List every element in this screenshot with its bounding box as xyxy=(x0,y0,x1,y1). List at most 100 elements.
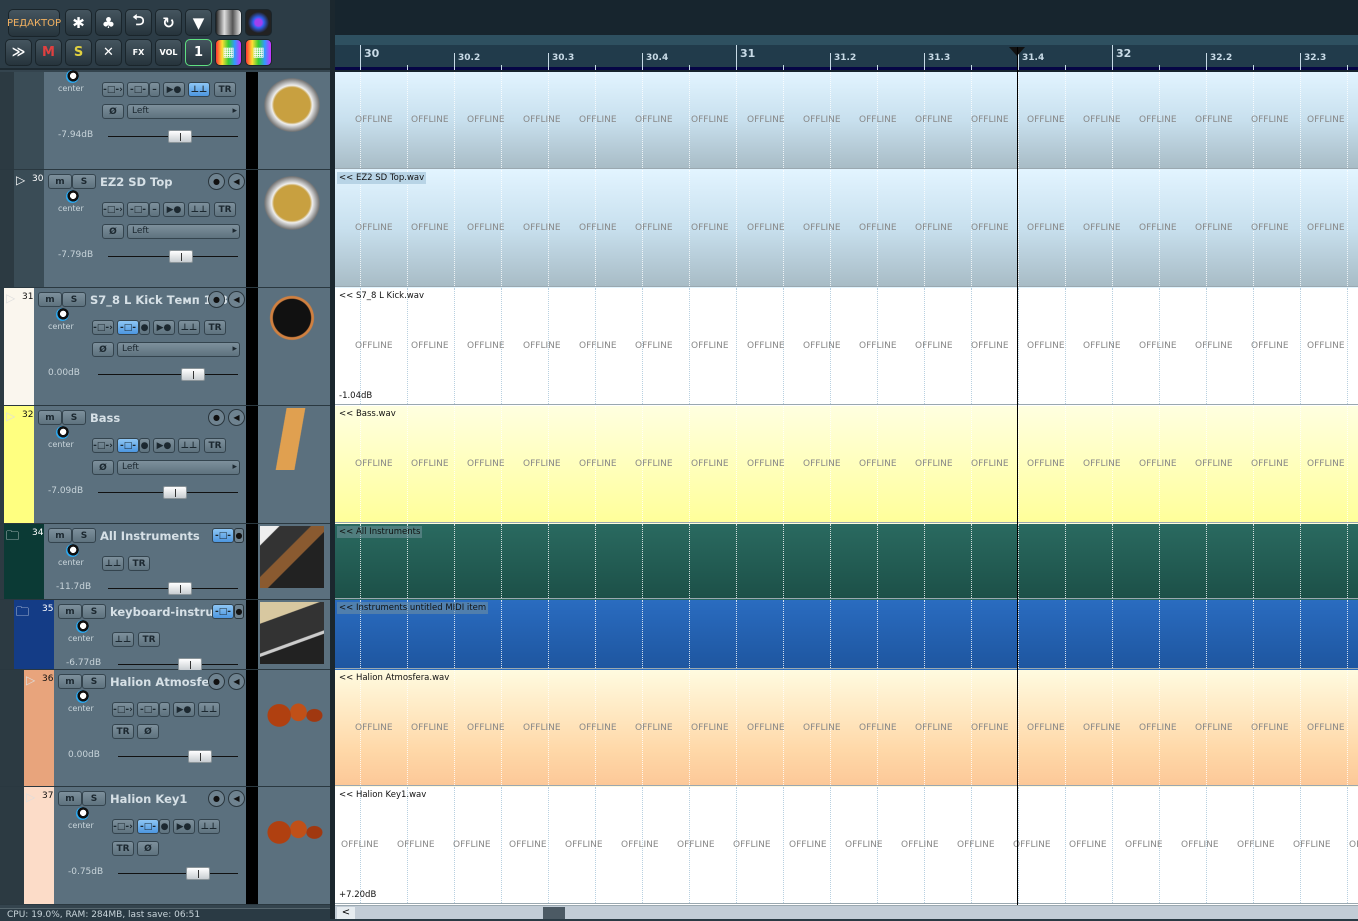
item-label[interactable]: << Bass.wav xyxy=(337,408,398,420)
solo-button[interactable]: S xyxy=(62,292,86,307)
item-label[interactable]: << Halion Atmosfera.wav xyxy=(337,672,451,684)
record-input-button[interactable]: ▶● xyxy=(173,819,195,834)
monitor-button[interactable]: -□- xyxy=(137,702,159,717)
item-label[interactable]: << EZ2 SD Top.wav xyxy=(337,172,427,184)
track-lane-32[interactable]: << Bass.wav OFFLINE OFFLINE OFFLINE OFFLINE O… xyxy=(335,406,1358,525)
filter-icon[interactable]: ▼ xyxy=(185,9,212,36)
mute-button[interactable]: m xyxy=(38,410,62,425)
loop-wave-icon[interactable]: ⮌ xyxy=(125,9,152,36)
color-brush-icon[interactable]: ▦ xyxy=(215,39,242,66)
track-color-strip[interactable] xyxy=(0,670,24,786)
track-color[interactable] xyxy=(24,787,54,904)
track-icon-image[interactable] xyxy=(260,602,324,664)
track-36[interactable]: ▷ 36 m S Halion Atmosfera ● ◀ center -□-› -□- – ▶● ⊥… xyxy=(0,670,330,787)
io-routing-button[interactable]: -□-› xyxy=(112,702,134,717)
clubs-icon[interactable]: ♣ xyxy=(95,9,122,36)
spectrum-icon[interactable] xyxy=(245,9,272,36)
mute-button[interactable]: m xyxy=(38,292,62,307)
volume-envelope-icon[interactable]: VOL xyxy=(155,39,182,66)
tr-button[interactable]: TR xyxy=(112,724,134,739)
track-name[interactable]: All Instruments xyxy=(100,529,200,543)
track-lane-partial[interactable]: OFFLINE OFFLINE OFFLINE OFFLINE OFFLINE OFFLI… xyxy=(335,72,1358,171)
track-icon-image[interactable] xyxy=(260,290,324,352)
tr-button[interactable]: TR xyxy=(214,202,236,217)
track-arrow-icon[interactable]: ▷ xyxy=(6,409,15,423)
io-routing-button[interactable]: -□-› xyxy=(102,202,124,217)
tr-button[interactable]: TR xyxy=(214,82,236,97)
phase-button[interactable]: Ø xyxy=(102,224,124,239)
track-arrow-icon[interactable]: ▷ xyxy=(6,291,15,305)
track-34[interactable]: 🗀 34 m S All Instruments -□- ● center ⊥⊥ TR -11.7d… xyxy=(0,524,330,600)
speaker-icon[interactable]: ◀ xyxy=(228,673,245,690)
track-arrow-icon[interactable]: ▷ xyxy=(16,173,25,187)
track-lane-36[interactable]: << Halion Atmosfera.wav OFFLINE OFFLINE OFF… xyxy=(335,670,1358,788)
track-icon-image[interactable] xyxy=(260,74,324,136)
track-37[interactable]: ▷ 37 m S Halion Key1 ● ◀ center -□-› -□- ● ▶● ⊥⊥ TR Ø -… xyxy=(0,787,330,905)
mute-button[interactable]: m xyxy=(48,528,72,543)
solo-button[interactable]: S xyxy=(82,791,106,806)
phase-button[interactable]: Ø xyxy=(92,460,114,475)
volume-fader-handle[interactable] xyxy=(187,750,212,763)
solo-button[interactable]: S xyxy=(82,604,106,619)
track-icon-image[interactable] xyxy=(260,526,324,588)
monitor-dot-icon[interactable]: ● xyxy=(234,604,244,619)
envelope-button[interactable]: ⊥⊥ xyxy=(102,556,124,571)
volume-fader-handle[interactable] xyxy=(167,582,192,595)
unmute-all-icon[interactable]: M xyxy=(35,39,62,66)
remove-wave-icon[interactable]: ✕ xyxy=(95,39,122,66)
envelope-button[interactable]: ⊥⊥ xyxy=(188,202,210,217)
tr-button[interactable]: TR xyxy=(128,556,150,571)
folder-io-button[interactable]: -□- xyxy=(212,528,234,543)
solo-button[interactable]: S xyxy=(82,674,106,689)
monitor-mode-button[interactable]: – xyxy=(149,202,160,217)
pan-knob[interactable] xyxy=(66,190,79,203)
volume-fader-handle[interactable] xyxy=(181,368,206,381)
marker-lane[interactable] xyxy=(335,35,1358,45)
speaker-icon[interactable]: ◀ xyxy=(228,409,245,426)
monitor-button[interactable]: -□- xyxy=(127,202,149,217)
solo-button[interactable]: S xyxy=(62,410,86,425)
track-icon-image[interactable] xyxy=(260,172,324,234)
track-30[interactable]: ▷ 30 m S EZ2 SD Top ● ◀ center -□-› -□- – ▶● ⊥⊥ TR Ø Le… xyxy=(0,170,330,288)
editor-button[interactable]: РЕДАКТОР xyxy=(7,9,61,37)
record-arm-icon[interactable]: ● xyxy=(208,409,225,426)
tr-button[interactable]: TR xyxy=(112,841,134,856)
phase-button[interactable]: Ø xyxy=(102,104,124,119)
volume-fader-track[interactable] xyxy=(118,756,238,757)
folder-icon[interactable]: 🗀 xyxy=(16,603,29,625)
track-name[interactable]: Halion Atmosfera xyxy=(110,675,223,689)
monitor-mode-button[interactable]: – xyxy=(149,82,160,97)
solo-button[interactable]: S xyxy=(72,174,96,189)
io-routing-button[interactable]: -□-› xyxy=(92,320,114,335)
pan-knob[interactable] xyxy=(66,70,79,83)
envelope-button[interactable]: ⊥⊥ xyxy=(178,438,200,453)
folder-io-button[interactable]: -□- xyxy=(212,604,234,619)
track-color[interactable] xyxy=(4,288,34,405)
track-name[interactable]: Bass xyxy=(90,411,120,425)
scrollbar-thumb[interactable] xyxy=(543,907,565,919)
color-brush-multi-icon[interactable]: ▦ xyxy=(245,39,272,66)
track-lane-35[interactable]: << Instruments untitled MIDI item xyxy=(335,600,1358,671)
phase-button[interactable]: Ø xyxy=(92,342,114,357)
track-color[interactable] xyxy=(14,72,44,169)
wave-window-icon[interactable]: 1 xyxy=(185,39,212,66)
volume-fader-track[interactable] xyxy=(98,374,238,375)
mute-button[interactable]: m xyxy=(58,791,82,806)
folder-icon[interactable]: 🗀 xyxy=(6,527,19,549)
item-label[interactable]: << S7_8 L Kick.wav xyxy=(337,290,426,302)
solo-button[interactable]: S xyxy=(72,528,96,543)
volume-fader-handle[interactable] xyxy=(168,250,193,263)
timeline-ruler[interactable]: 30 30.2 30.3 30.4 31 31.2 31.3 31.4 32 32.2 32.3 xyxy=(335,45,1358,70)
track-color[interactable] xyxy=(4,406,34,523)
input-select[interactable]: Left ▸ xyxy=(127,224,240,239)
new-project-icon[interactable]: ✱ xyxy=(65,9,92,36)
fx-wave-icon[interactable]: FX xyxy=(125,39,152,66)
envelope-button[interactable]: ⊥⊥ xyxy=(188,82,210,97)
track-color[interactable] xyxy=(24,670,54,786)
record-input-button[interactable]: ▶● xyxy=(163,82,185,97)
record-arm-icon[interactable]: ● xyxy=(208,173,225,190)
play-forward-icon[interactable]: ≫ xyxy=(5,39,32,66)
item-label[interactable]: << Instruments untitled MIDI item xyxy=(337,602,489,614)
record-input-button[interactable]: ▶● xyxy=(153,320,175,335)
track-name[interactable]: EZ2 SD Top xyxy=(100,175,172,189)
